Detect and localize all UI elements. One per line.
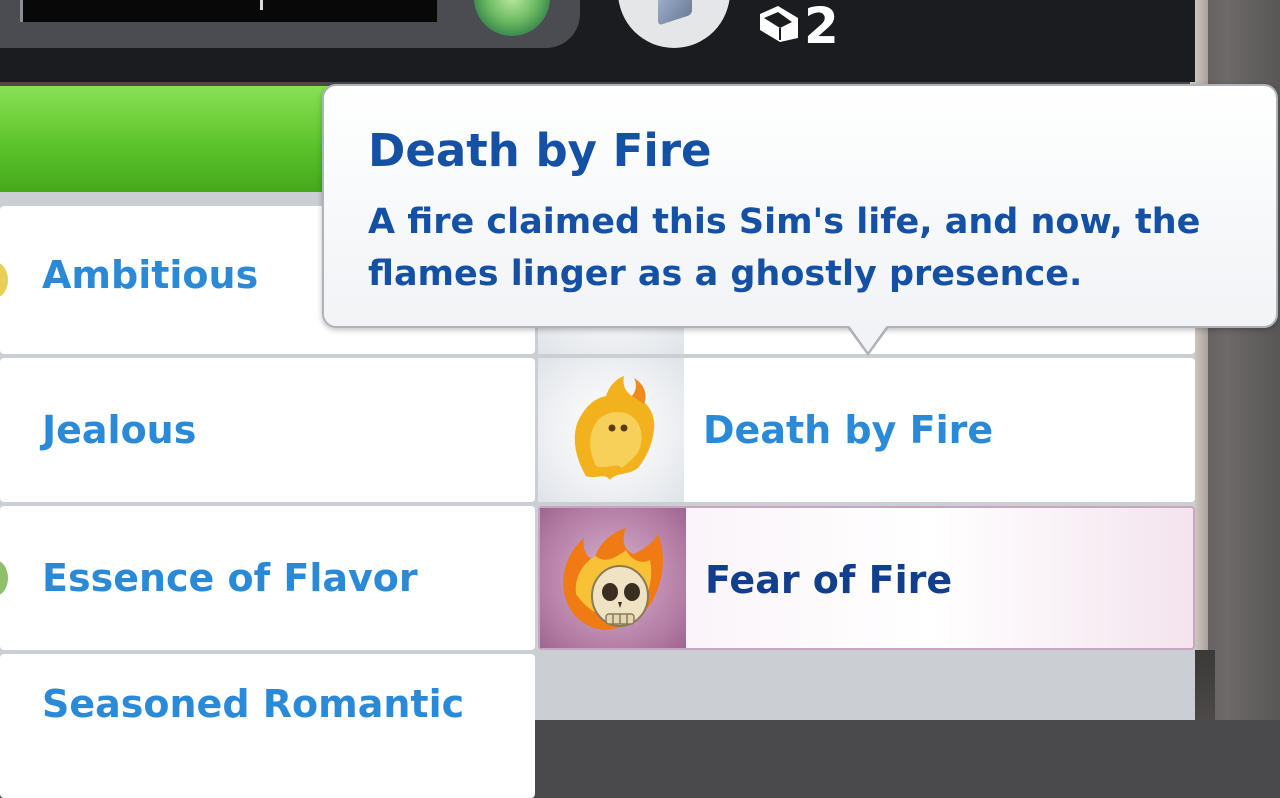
ambitious-icon — [0, 262, 8, 298]
tooltip-pointer-fill — [848, 324, 888, 352]
notebook-icon — [760, 6, 798, 42]
top-hud: 2 — [0, 0, 1195, 82]
tooltip-description: A fire claimed this Sim's life, and now,… — [368, 202, 1201, 294]
trait-item-essence-of-flavor[interactable]: Essence of Flavor — [0, 506, 535, 650]
trait-label: Essence of Flavor — [42, 556, 418, 600]
trait-label: Death by Fire — [703, 408, 994, 452]
need-meter — [20, 0, 437, 22]
trait-item-seasoned-romantic[interactable]: Seasoned Romantic — [0, 654, 535, 798]
trait-item-jealous[interactable]: Jealous — [0, 358, 535, 502]
tooltip-title: Death by Fire — [368, 124, 712, 177]
trait-item-death-by-fire[interactable]: Death by Fire — [538, 358, 1195, 502]
flame-ghost-icon — [574, 376, 655, 480]
skill-book-button[interactable] — [618, 0, 730, 48]
trait-item-fear-of-fire[interactable]: Fear of Fire — [538, 506, 1195, 650]
book-count: 2 — [804, 0, 839, 55]
trait-label: Jealous — [42, 408, 197, 452]
flaming-skull-icon — [563, 528, 663, 630]
book-icon — [658, 0, 692, 26]
trait-label: Fear of Fire — [705, 558, 953, 602]
trait-tooltip: Death by Fire A fire claimed this Sim's … — [322, 84, 1278, 328]
panel-header-bar — [0, 86, 360, 192]
essence-of-flavor-icon — [0, 560, 8, 596]
trait-label: Ambitious — [42, 253, 259, 297]
trait-label: Seasoned Romantic — [42, 682, 465, 726]
meter-needle — [260, 0, 263, 10]
